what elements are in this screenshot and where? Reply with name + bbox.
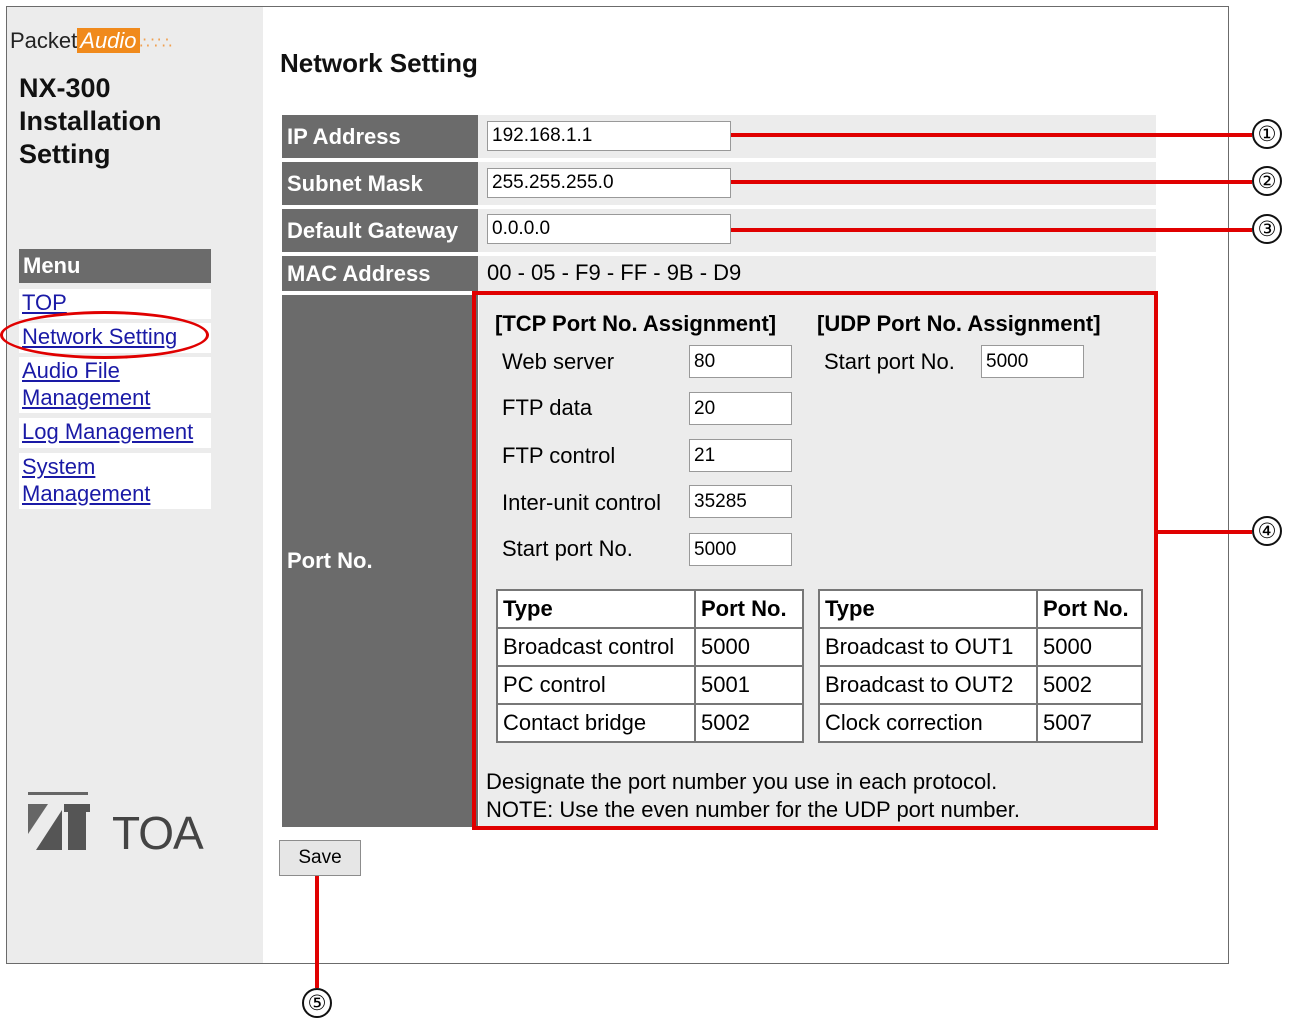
ip-address-label: IP Address xyxy=(282,115,478,158)
subnet-mask-label: Subnet Mask xyxy=(282,162,478,205)
mac-address-label: MAC Address xyxy=(282,256,478,291)
toa-logo-icon xyxy=(28,792,90,850)
menu-item-system-management[interactable]: System Management xyxy=(19,453,211,509)
logo-packet-text: Packet xyxy=(10,28,78,53)
menu-item-system-line2: Management xyxy=(22,481,151,506)
callout-line-2 xyxy=(731,180,1252,184)
callout-number-4: ④ xyxy=(1252,516,1282,546)
save-button[interactable]: Save xyxy=(279,840,361,876)
menu-item-audio-file-line2: Management xyxy=(22,385,151,410)
port-no-label: Port No. xyxy=(282,295,478,827)
app-title-line1: NX-300 xyxy=(19,73,111,103)
callout-number-2: ② xyxy=(1252,166,1282,196)
default-gateway-label: Default Gateway xyxy=(282,209,478,252)
logo-dots-icon: ∴∵∴ xyxy=(139,35,174,52)
logo-audio-text: Audio xyxy=(77,28,140,53)
callout-number-1: ① xyxy=(1252,119,1282,149)
menu-item-system-line1: System xyxy=(22,454,96,479)
toa-brand-text: TOA xyxy=(112,807,204,859)
app-title: NX-300 Installation Setting xyxy=(19,72,162,171)
callout-line-4 xyxy=(1158,530,1252,534)
callout-number-3: ③ xyxy=(1252,214,1282,244)
callout-line-1 xyxy=(731,133,1252,137)
menu-item-audio-file-management[interactable]: Audio File Management xyxy=(19,357,211,413)
port-settings-callout-box xyxy=(472,291,1158,830)
mac-address-value: 00 - 05 - F9 - FF - 9B - D9 xyxy=(487,260,742,285)
app-title-line2: Installation xyxy=(19,106,162,136)
menu-item-audio-file-line1: Audio File xyxy=(22,358,120,383)
callout-line-3 xyxy=(731,228,1252,232)
app-title-line3: Setting xyxy=(19,139,111,169)
subnet-mask-input[interactable] xyxy=(487,168,731,198)
default-gateway-input[interactable] xyxy=(487,214,731,244)
callout-number-5: ⑤ xyxy=(302,988,332,1018)
network-setting-highlight-circle xyxy=(0,311,209,359)
menu-item-log-management[interactable]: Log Management xyxy=(19,418,211,448)
menu-header: Menu xyxy=(19,249,211,283)
packet-audio-logo: Packet Audio ∴∵∴ xyxy=(10,28,173,54)
callout-line-5 xyxy=(315,876,319,988)
page-title: Network Setting xyxy=(280,48,478,78)
ip-address-input[interactable] xyxy=(487,121,731,151)
